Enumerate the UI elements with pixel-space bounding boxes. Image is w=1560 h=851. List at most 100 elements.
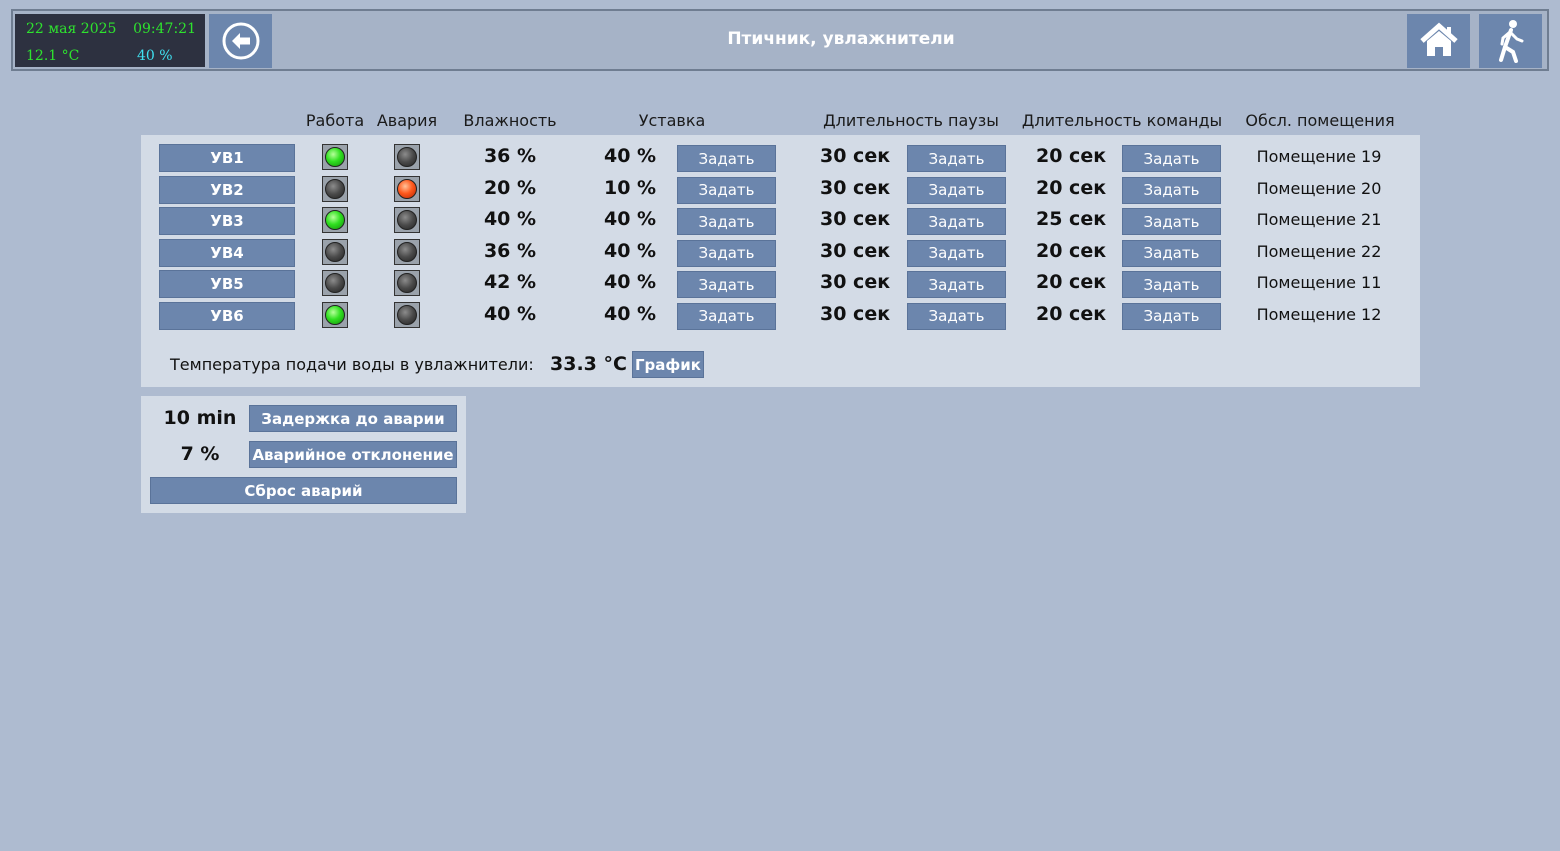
work-lamp: [325, 178, 345, 199]
humidity-value: 20 %: [483, 176, 537, 199]
set-setpoint-button[interactable]: Задать: [677, 239, 776, 267]
home-button[interactable]: [1407, 14, 1470, 68]
alarm-deviation-button[interactable]: Аварийное отклонение: [249, 441, 457, 468]
humidity-value: 42 %: [483, 271, 537, 293]
set-command-button[interactable]: Задать: [1122, 302, 1221, 330]
column-header-humidity: Влажность: [463, 111, 557, 130]
work-indicator: [322, 270, 348, 296]
room-name: Помещение 11: [1256, 273, 1382, 292]
column-header-alarm: Авария: [376, 111, 438, 130]
reset-alarms-button[interactable]: Сброс аварий: [150, 477, 457, 504]
set-setpoint-button[interactable]: Задать: [677, 145, 776, 172]
work-lamp: [325, 241, 345, 262]
water-temperature-label: Температура подачи воды в увлажнители:: [170, 355, 534, 374]
column-header-pause: Длительность паузы: [823, 111, 999, 130]
unit-button[interactable]: УВ3: [159, 207, 295, 235]
command-value: 20 сек: [1036, 145, 1107, 167]
set-pause-button[interactable]: Задать: [907, 302, 1006, 330]
column-header-command: Длительность команды: [1021, 111, 1223, 130]
alarm-indicator: [394, 207, 420, 233]
set-command-button[interactable]: Задать: [1122, 208, 1221, 235]
work-lamp: [325, 304, 345, 325]
work-indicator: [322, 301, 348, 328]
alarm-delay-button[interactable]: Задержка до аварии: [249, 405, 457, 432]
unit-button[interactable]: УВ5: [159, 270, 295, 298]
pause-value: 30 сек: [820, 145, 891, 167]
humidifiers-panel: УВ1 36 % 40 % Задать 30 сек Задать 20 сек Задат…: [141, 135, 1420, 387]
alarm-indicator: [394, 144, 420, 170]
set-command-button[interactable]: Задать: [1122, 145, 1221, 172]
column-header-room: Обсл. помещения: [1245, 111, 1395, 130]
alarm-lamp: [397, 210, 417, 230]
set-pause-button[interactable]: Задать: [907, 271, 1006, 298]
alarm-indicator: [394, 270, 420, 296]
alarm-indicator: [394, 175, 420, 202]
pause-value: 30 сек: [820, 208, 891, 230]
command-value: 25 сек: [1036, 208, 1107, 230]
table-row: УВ2 20 % 10 % Задать 30 сек Задать 20 сек Задат…: [141, 175, 1420, 204]
command-value: 20 сек: [1036, 239, 1107, 262]
graph-button[interactable]: График: [632, 351, 704, 378]
alarm-settings-panel: 10 min Задержка до аварии 7 % Аварийное …: [141, 396, 466, 513]
temperature-readout: 12.1 °C: [26, 48, 80, 64]
walking-person-icon: [1498, 20, 1523, 63]
exit-button[interactable]: [1479, 14, 1542, 68]
set-setpoint-button[interactable]: Задать: [677, 208, 776, 235]
home-icon: [1419, 22, 1458, 56]
setpoint-value: 40 %: [604, 239, 657, 262]
table-row: УВ4 36 % 40 % Задать 30 сек Задать 20 сек Задат…: [141, 238, 1420, 267]
unit-button[interactable]: УВ6: [159, 301, 295, 330]
setpoint-value: 40 %: [604, 302, 657, 325]
setpoint-value: 40 %: [604, 145, 657, 167]
command-value: 20 сек: [1036, 176, 1107, 199]
set-setpoint-button[interactable]: Задать: [677, 271, 776, 298]
arrow-left-circle-icon: [222, 22, 259, 60]
set-command-button[interactable]: Задать: [1122, 239, 1221, 267]
humidity-value: 36 %: [483, 145, 537, 167]
room-name: Помещение 21: [1256, 210, 1382, 229]
humidity-value: 40 %: [483, 302, 537, 325]
room-name: Помещение 19: [1256, 147, 1382, 166]
setpoint-value: 40 %: [604, 271, 657, 293]
table-row: УВ5 42 % 40 % Задать 30 сек Задать 20 сек Задат…: [141, 270, 1420, 298]
command-value: 20 сек: [1036, 302, 1107, 325]
alarm-indicator: [394, 238, 420, 265]
back-button[interactable]: [209, 14, 272, 68]
pause-value: 30 сек: [820, 176, 891, 199]
pause-value: 30 сек: [820, 271, 891, 293]
work-lamp: [325, 210, 345, 230]
work-indicator: [322, 175, 348, 202]
alarm-lamp: [397, 178, 417, 199]
table-row: УВ6 40 % 40 % Задать 30 сек Задать 20 сек Задат…: [141, 301, 1420, 330]
column-header-setpoint: Уставка: [638, 111, 706, 130]
room-name: Помещение 12: [1256, 304, 1382, 324]
alarm-indicator: [394, 301, 420, 328]
status-display: 22 мая 2025 09:47:21 12.1 °C 40 %: [15, 14, 205, 67]
alarm-lamp: [397, 147, 417, 167]
unit-button[interactable]: УВ1: [159, 144, 295, 172]
alarm-lamp: [397, 241, 417, 262]
command-value: 20 сек: [1036, 271, 1107, 293]
pause-value: 30 сек: [820, 302, 891, 325]
alarm-deviation-value: 7 %: [180, 443, 220, 465]
set-pause-button[interactable]: Задать: [907, 145, 1006, 172]
set-pause-button[interactable]: Задать: [907, 176, 1006, 204]
unit-button[interactable]: УВ4: [159, 238, 295, 267]
unit-button[interactable]: УВ2: [159, 175, 295, 204]
setpoint-value: 10 %: [604, 176, 657, 199]
set-pause-button[interactable]: Задать: [907, 208, 1006, 235]
date-readout: 22 мая 2025: [26, 21, 117, 37]
table-row: УВ1 36 % 40 % Задать 30 сек Задать 20 сек Задат…: [141, 144, 1420, 172]
alarm-lamp: [397, 273, 417, 293]
set-setpoint-button[interactable]: Задать: [677, 302, 776, 330]
set-setpoint-button[interactable]: Задать: [677, 176, 776, 204]
work-indicator: [322, 207, 348, 233]
alarm-delay-value: 10 min: [163, 407, 237, 429]
work-indicator: [322, 144, 348, 170]
pause-value: 30 сек: [820, 239, 891, 262]
set-pause-button[interactable]: Задать: [907, 239, 1006, 267]
work-lamp: [325, 273, 345, 293]
set-command-button[interactable]: Задать: [1122, 176, 1221, 204]
set-command-button[interactable]: Задать: [1122, 271, 1221, 298]
column-header-work: Работа: [305, 111, 365, 130]
